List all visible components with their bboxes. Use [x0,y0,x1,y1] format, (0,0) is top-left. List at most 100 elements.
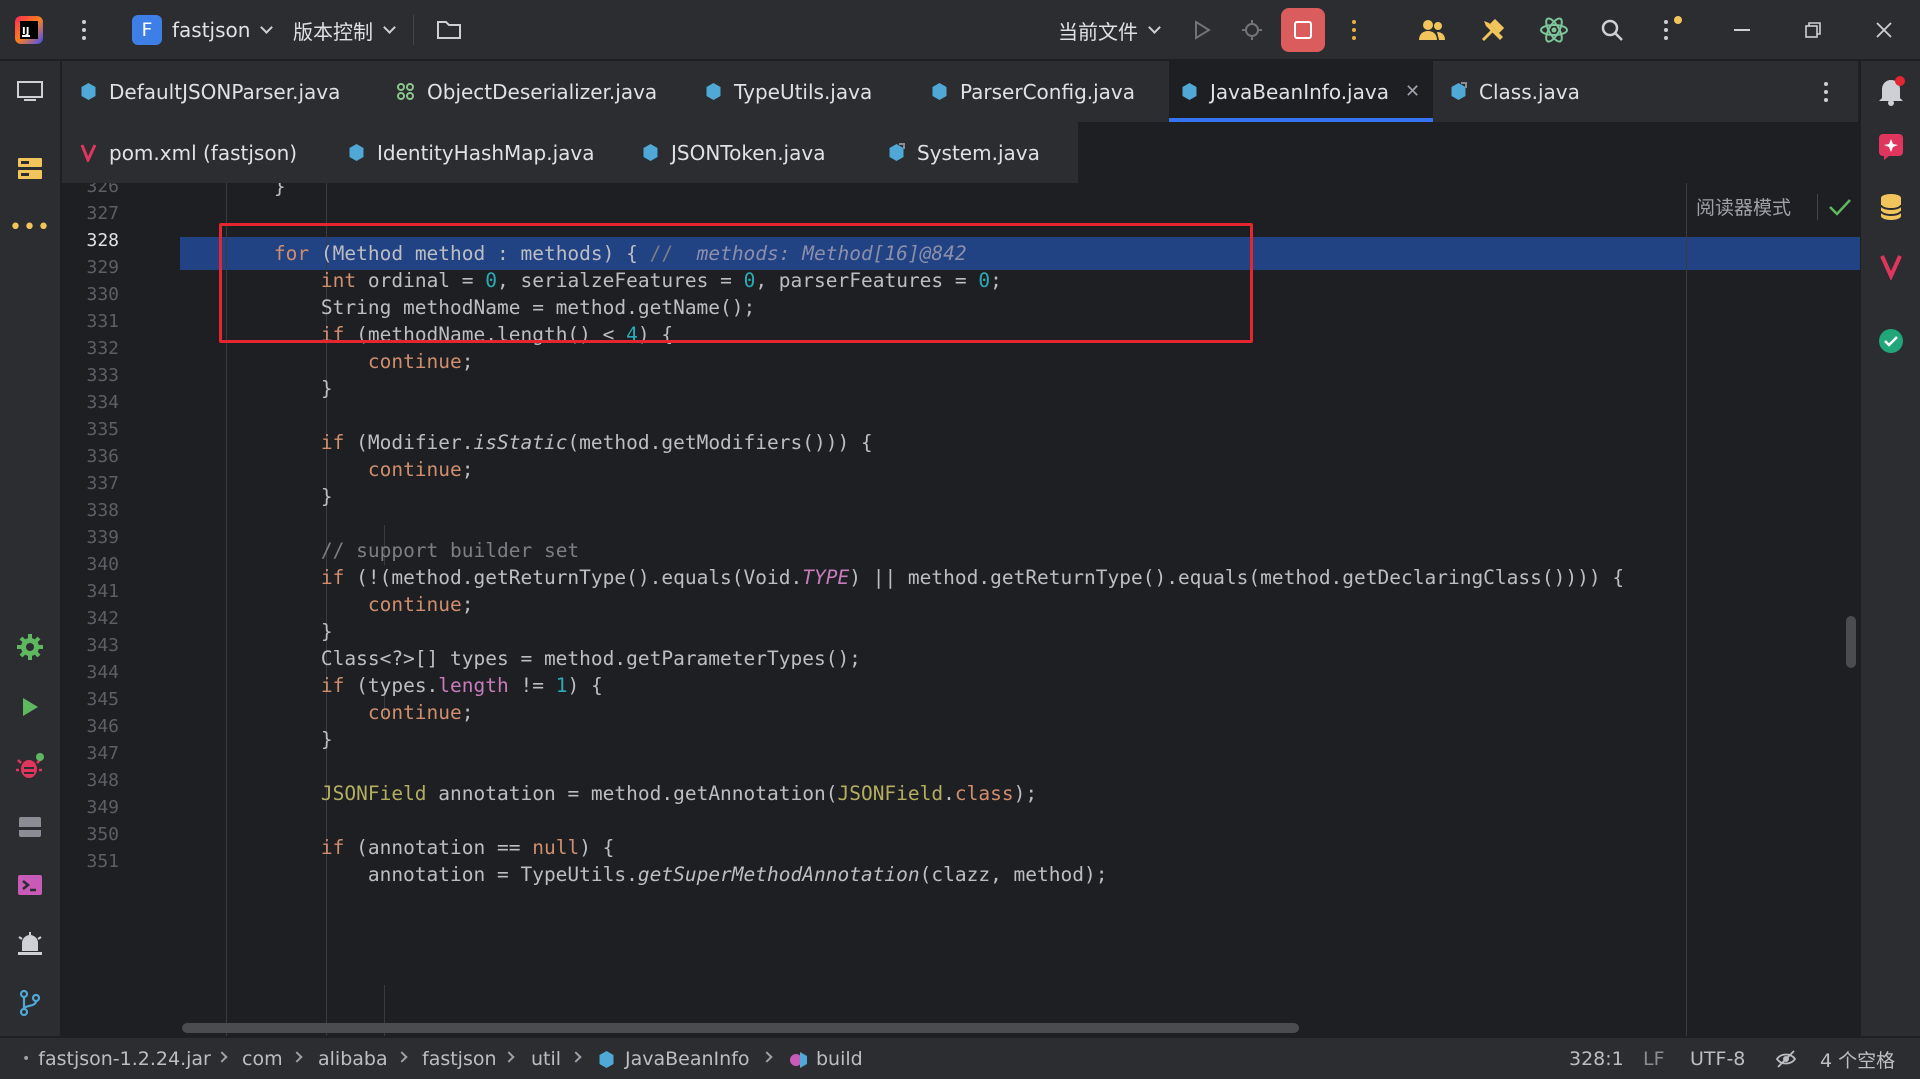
breadcrumb-label: fastjson [422,1048,497,1070]
debug-tool-icon[interactable] [14,751,46,783]
close-icon[interactable] [1875,0,1893,60]
class-file-icon [706,83,721,100]
more-tools-icon[interactable]: ••• [9,211,50,243]
database-icon[interactable] [1875,191,1907,223]
chevron-down-icon [383,20,396,34]
annotation-highlight-box [219,223,1253,343]
read-only-toggle-icon[interactable] [1775,1038,1797,1079]
tab-defaultjsonparser[interactable]: DefaultJSONParser.java [80,61,340,122]
folder-icon[interactable] [436,0,462,60]
breadcrumb-jar[interactable]: • fastjson-1.2.24.jar [22,1038,211,1079]
class-file-icon [599,1050,614,1068]
minimize-icon[interactable] [1734,0,1750,60]
editor-tabs-row-2: pom.xml (fastjson) IdentityHashMap.java … [62,122,1078,183]
notifications-problems-icon[interactable] [14,929,46,961]
tab-identityhashmap[interactable]: IdentityHashMap.java [348,122,595,183]
archive-icon[interactable] [14,811,46,843]
maven-icon[interactable] [1875,251,1907,283]
stop-button[interactable] [1281,8,1325,52]
main-menu-button[interactable] [82,0,86,60]
settings-menu-icon[interactable] [1664,0,1682,60]
class-file-icon [1182,83,1197,100]
class-file-icon [81,83,96,100]
class-file-icon [889,143,905,161]
breadcrumb-com[interactable]: com [242,1038,283,1079]
class-file-icon [1451,82,1467,100]
breadcrumb-alibaba[interactable]: alibaba [318,1038,388,1079]
tab-label: System.java [917,140,1040,165]
search-icon[interactable] [1600,0,1624,60]
line-separator[interactable]: LF [1643,1038,1665,1079]
project-badge: F [132,15,162,45]
code-check-icon[interactable] [1875,325,1907,357]
tab-parserconfig[interactable]: ParserConfig.java [931,61,1135,122]
right-tool-strip [1860,61,1920,1036]
run-config-label: 当前文件 [1058,19,1138,44]
project-view-icon[interactable] [14,75,46,107]
chevron-down-icon [260,20,274,34]
tab-label: ObjectDeserializer.java [427,79,658,104]
services-gear-icon[interactable] [14,631,46,663]
tab-system[interactable]: System.java [888,122,1040,183]
structure-icon[interactable] [14,153,46,185]
build-tools-icon[interactable] [1480,0,1506,60]
run-tool-icon[interactable] [14,691,46,723]
editor-tabs-row-1: DefaultJSONParser.java ObjectDeserialize… [62,61,1858,122]
breadcrumb-fastjson[interactable]: fastjson [422,1038,497,1079]
file-encoding[interactable]: UTF-8 [1690,1038,1745,1079]
stop-icon [1294,21,1312,39]
breadcrumb-class[interactable]: JavaBeanInfo [598,1038,750,1079]
class-file-icon [932,83,947,100]
tab-label: JavaBeanInfo.java [1210,79,1389,104]
tab-class[interactable]: Class.java [1450,61,1580,122]
title-bar: IJ F fastjson 版本控制 当前文件 [0,0,1920,60]
tab-label: IdentityHashMap.java [377,140,595,165]
breadcrumb-label: com [242,1048,283,1070]
debug-icon[interactable] [1240,0,1264,60]
vertical-scrollbar[interactable] [1846,616,1856,668]
no-problems-check-icon [1829,198,1851,216]
breadcrumb-util[interactable]: util [531,1038,561,1079]
restore-icon[interactable] [1804,0,1822,60]
code-with-me-icon[interactable] [1418,0,1446,60]
tab-label: pom.xml (fastjson) [109,140,298,165]
horizontal-scrollbar[interactable] [182,1023,1299,1033]
project-name: fastjson [172,18,251,42]
breadcrumb-label: JavaBeanInfo [625,1048,750,1070]
app-logo-icon[interactable]: IJ [14,0,44,60]
project-selector[interactable]: F fastjson [132,0,274,60]
caret-position[interactable]: 328:1 [1569,1038,1624,1079]
run-config-selector[interactable]: 当前文件 [1058,0,1161,60]
breadcrumb-method[interactable]: build [788,1038,863,1079]
run-icon[interactable] [1192,0,1212,60]
notifications-bell-icon[interactable] [1875,75,1907,107]
more-actions-button[interactable] [1352,0,1356,60]
terminal-icon[interactable] [14,869,46,901]
vcs-label: 版本控制 [293,19,373,44]
reader-mode-label: 阅读器模式 [1696,197,1792,219]
ai-assistant-icon[interactable] [1539,0,1569,60]
git-branch-icon[interactable] [14,987,46,1019]
left-tool-strip: ••• [0,61,61,1036]
maven-file-icon [80,144,97,162]
tab-javabeaninfo[interactable]: JavaBeanInfo.java ✕ [1169,61,1433,122]
tab-jsontoken[interactable]: JSONToken.java [642,122,825,183]
interface-file-icon [397,83,414,100]
tab-label: DefaultJSONParser.java [109,79,341,104]
reader-mode-toggle[interactable]: 阅读器模式 [1696,193,1852,220]
tab-typeutils[interactable]: TypeUtils.java [705,61,872,122]
line-number[interactable]: 351 [62,845,119,878]
tab-pom-xml[interactable]: pom.xml (fastjson) [80,122,297,183]
breadcrumb-label: fastjson-1.2.24.jar [38,1048,211,1070]
class-file-icon [643,144,658,161]
indent-setting[interactable]: 4 个空格 [1820,1038,1895,1079]
ai-chat-icon[interactable] [1875,131,1907,163]
tab-objectdeserializer[interactable]: ObjectDeserializer.java [396,61,657,122]
tab-label: ParserConfig.java [960,79,1136,104]
close-tab-icon[interactable]: ✕ [1405,81,1420,102]
method-icon [790,1051,807,1068]
breadcrumb-label: util [531,1048,562,1070]
vcs-selector[interactable]: 版本控制 [293,0,396,60]
breadcrumb-label: alibaba [318,1048,388,1070]
tab-overflow-menu[interactable] [1824,61,1828,122]
